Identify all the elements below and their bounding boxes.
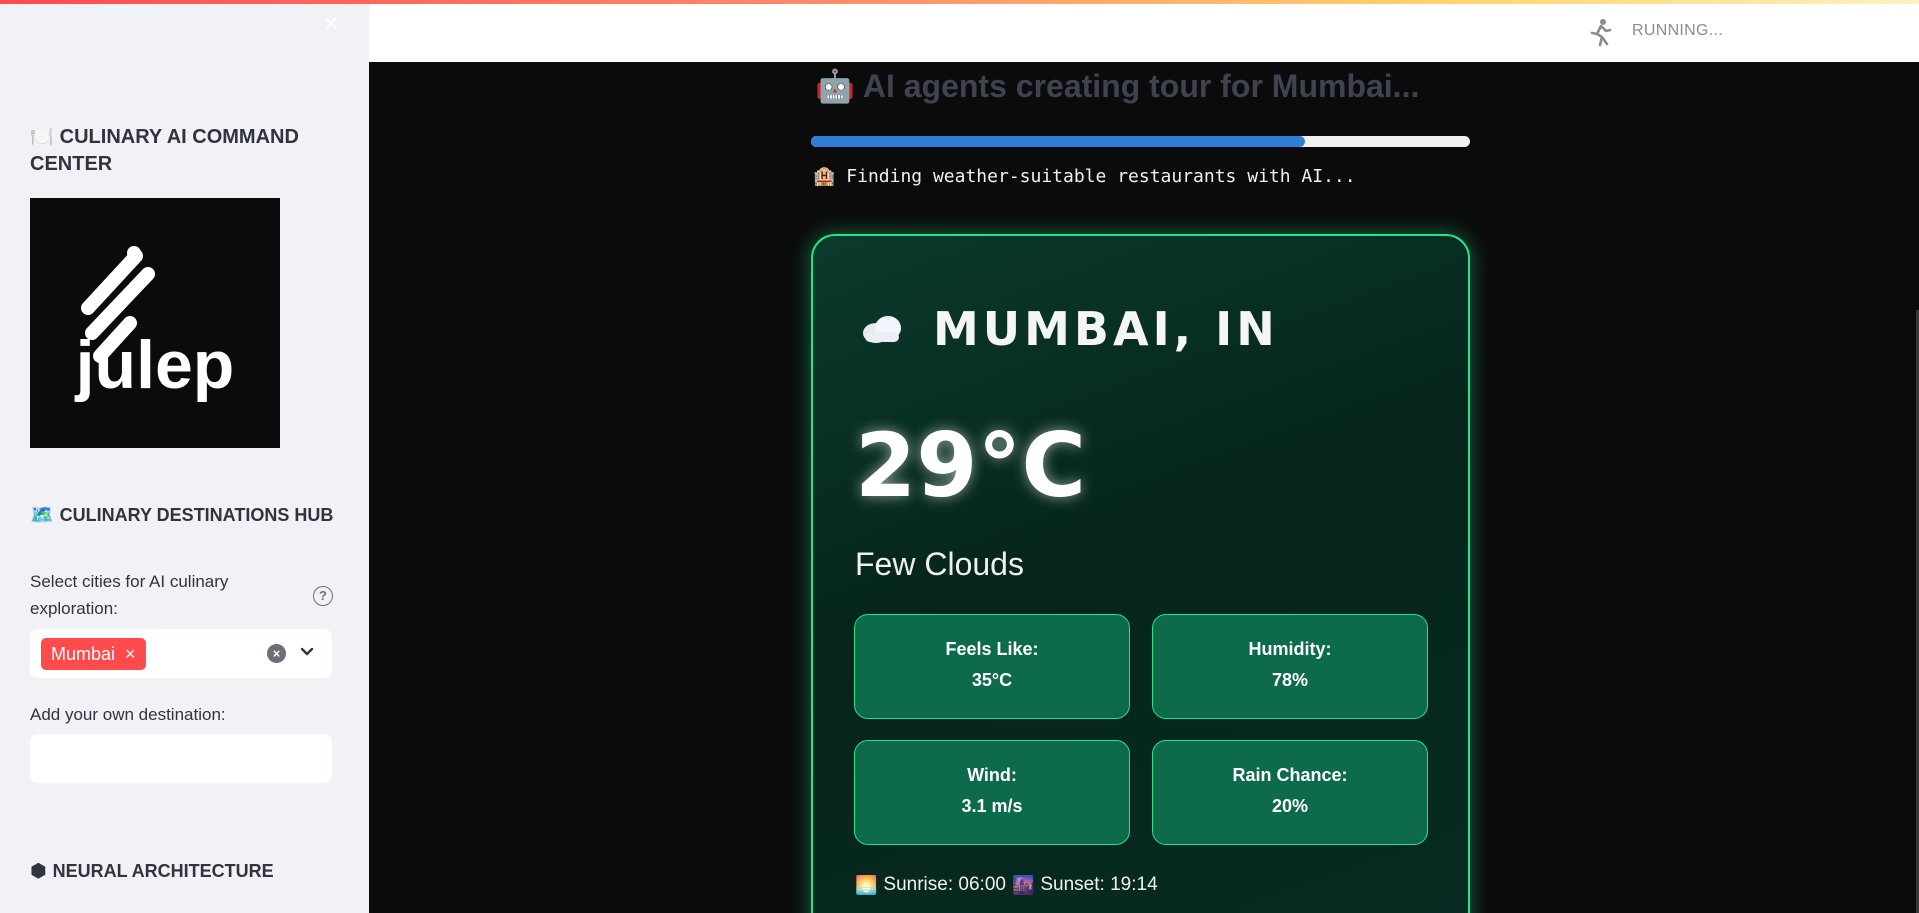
- cities-select-label: Select cities for AI culinary exploratio…: [30, 572, 229, 618]
- robot-icon: 🤖: [815, 68, 855, 104]
- main-heading-text: AI agents creating tour for Mumbai...: [862, 68, 1420, 104]
- main-heading: 🤖 AI agents creating tour for Mumbai...: [815, 64, 1419, 108]
- progress-bar: [811, 136, 1470, 147]
- running-indicator-bar: [0, 0, 1919, 4]
- chevron-down-icon[interactable]: [298, 641, 316, 663]
- architecture-heading-text: NEURAL ARCHITECTURE: [52, 861, 274, 881]
- status-message: 🏨 Finding weather-suitable restaurants w…: [813, 166, 1356, 187]
- map-icon: 🗺️: [30, 505, 54, 526]
- clear-selection-icon[interactable]: ×: [267, 644, 286, 663]
- status-message-text: Finding weather-suitable restaurants wit…: [846, 166, 1356, 187]
- sunset-icon: 🌆: [1011, 874, 1035, 895]
- sidebar-title: 🍽️ CULINARY AI COMMAND CENTER: [30, 124, 320, 178]
- humidity-value: 78%: [1271, 670, 1309, 690]
- city-name: MUMBAI, IN: [933, 302, 1279, 356]
- hub-heading-text: CULINARY DESTINATIONS HUB: [59, 505, 334, 525]
- temperature: 29°C: [855, 414, 1087, 517]
- city-row: MUMBAI, IN: [859, 302, 1279, 356]
- wind-value: 3.1 m/s: [961, 796, 1023, 816]
- remove-chip-icon[interactable]: ×: [125, 638, 136, 670]
- cities-multiselect[interactable]: Mumbai × ×: [30, 629, 332, 678]
- hub-heading: 🗺️ CULINARY DESTINATIONS HUB: [30, 502, 333, 529]
- sun-times: 🌅 Sunrise: 06:00 🌆 Sunset: 19:14: [855, 874, 1158, 896]
- feels-like-card: Feels Like: 35°C: [854, 614, 1130, 719]
- city-chip-mumbai: Mumbai ×: [41, 638, 146, 670]
- plate-icon: 🍽️: [30, 127, 54, 148]
- own-destination-input[interactable]: [30, 734, 332, 783]
- sidebar-title-text: CULINARY AI COMMAND CENTER: [30, 126, 299, 175]
- sunrise-icon: 🌅: [855, 874, 878, 895]
- architecture-heading: ⬢ NEURAL ARCHITECTURE: [30, 858, 274, 885]
- sunrise-text: Sunrise: 06:00: [883, 874, 1006, 895]
- running-status: RUNNING...: [1632, 22, 1723, 39]
- hexagon-icon: ⬢: [30, 861, 47, 882]
- feels-like-value: 35°C: [971, 670, 1013, 690]
- city-chip-label: Mumbai: [51, 644, 116, 664]
- close-sidebar-icon[interactable]: ×: [318, 10, 344, 36]
- wind-card: Wind: 3.1 m/s: [854, 740, 1130, 845]
- humidity-label: Humidity:: [1248, 639, 1332, 659]
- wind-label: Wind:: [967, 765, 1017, 785]
- weather-card: MUMBAI, IN 29°C Few Clouds Feels Like: 3…: [811, 234, 1470, 913]
- own-destination-label: Add your own destination:: [30, 705, 226, 724]
- app-header: RUNNING...: [369, 0, 1919, 62]
- rain-chance-value: 20%: [1271, 796, 1309, 816]
- julep-logo-mark: julep: [74, 246, 235, 403]
- rain-chance-card: Rain Chance: 20%: [1152, 740, 1428, 845]
- humidity-card: Humidity: 78%: [1152, 614, 1428, 719]
- logo-wordmark: julep: [74, 327, 235, 403]
- sidebar: × 🍽️ CULINARY AI COMMAND CENTER julep 🗺️ C…: [0, 0, 369, 913]
- feels-like-label: Feels Like:: [945, 639, 1039, 659]
- main-content: 🤖 AI agents creating tour for Mumbai... 🏨…: [369, 62, 1919, 913]
- hotel-icon: 🏨: [813, 166, 836, 187]
- sunset-text: Sunset: 19:14: [1040, 874, 1158, 895]
- julep-logo: julep: [30, 198, 280, 448]
- weather-condition: Few Clouds: [855, 546, 1024, 582]
- running-man-icon: [1590, 19, 1612, 47]
- rain-chance-label: Rain Chance:: [1232, 765, 1348, 785]
- help-icon[interactable]: ?: [313, 586, 333, 606]
- cloud-icon: [863, 316, 901, 343]
- progress-fill: [811, 136, 1306, 147]
